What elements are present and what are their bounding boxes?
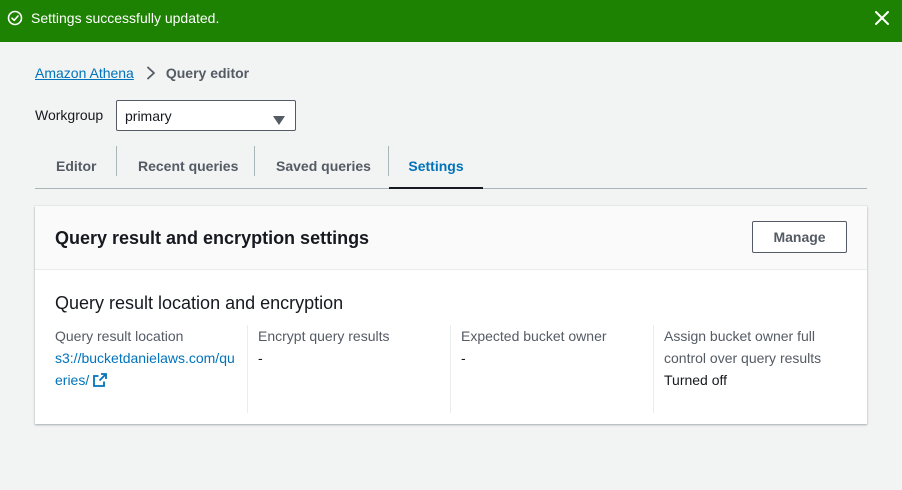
tab-divider [116,146,117,176]
field-expected-bucket-owner: Expected bucket owner - [461,325,647,413]
tab-saved-queries-label: Saved queries [276,158,371,174]
check-circle-icon [7,10,23,26]
field-value: - [461,350,466,366]
workgroup-selected-value: primary [125,108,172,124]
field-value: Turned off [664,372,728,388]
field-divider [247,325,248,413]
breadcrumb: Amazon Athena Query editor [35,64,249,82]
caret-down-icon [273,112,285,125]
manage-button[interactable]: Manage [752,221,847,253]
tab-settings[interactable]: Settings [389,144,483,189]
field-assign-bucket-owner: Assign bucket owner full control over qu… [664,325,844,413]
field-label: Query result location [55,328,184,344]
tab-bar: Editor Recent queries Saved queries Sett… [35,144,867,189]
card-title: Query result and encryption settings [55,228,370,248]
tab-divider [254,146,255,176]
success-flash-banner: Settings successfully updated. [0,0,902,42]
workgroup-label: Workgroup [35,107,104,123]
workgroup-select[interactable]: primary [116,100,296,131]
flash-message: Settings successfully updated. [31,10,220,26]
settings-card: Query result and encryption settings Man… [35,206,867,424]
tab-editor[interactable]: Editor [56,144,96,188]
tab-recent-queries[interactable]: Recent queries [138,144,238,188]
field-label: Expected bucket owner [461,328,607,344]
section-title: Query result location and encryption [55,293,344,313]
card-header: Query result and encryption settings Man… [35,206,867,270]
close-icon[interactable] [874,10,890,26]
external-link-icon [93,371,108,387]
field-label: Assign bucket owner full control over qu… [664,328,822,366]
active-tab-indicator [389,187,483,189]
tab-editor-label: Editor [56,158,97,174]
query-result-location-link[interactable]: s3://bucketdanielaws.com/queries/ [55,350,235,388]
field-encrypt-query-results: Encrypt query results - [258,325,444,413]
field-label: Encrypt query results [258,328,390,344]
tab-settings-label: Settings [408,158,464,174]
field-divider [450,325,451,413]
tab-recent-queries-label: Recent queries [138,158,239,174]
breadcrumb-current: Query editor [165,65,250,81]
field-value: - [258,350,263,366]
field-query-result-location: Query result location s3://bucketdaniela… [55,325,241,413]
tab-saved-queries[interactable]: Saved queries [276,144,371,188]
field-divider [653,325,654,413]
query-result-location-value: s3://bucketdanielaws.com/queries/ [55,350,235,388]
breadcrumb-link-athena[interactable]: Amazon Athena [35,64,134,82]
chevron-right-icon [146,66,156,80]
